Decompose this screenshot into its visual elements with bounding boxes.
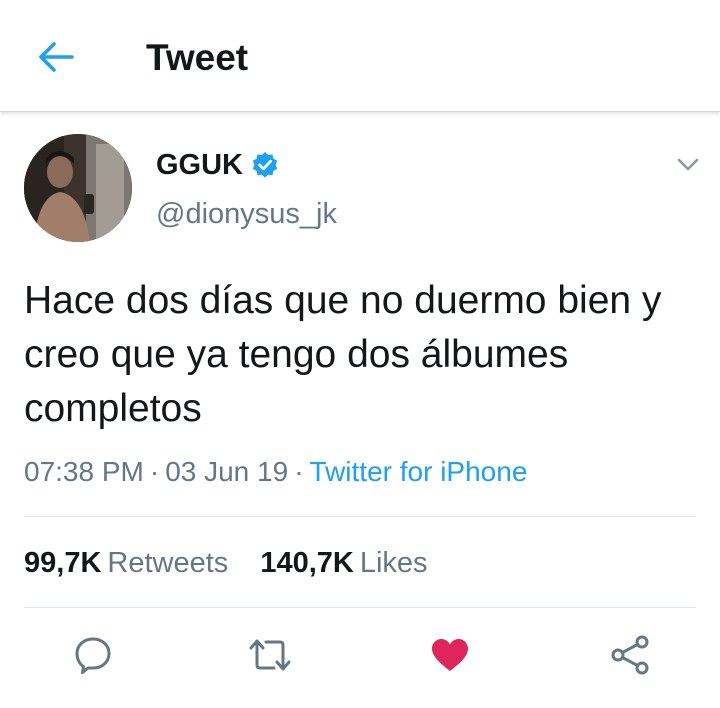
chevron-down-icon bbox=[677, 158, 699, 171]
retweets-stat[interactable]: 99,7K Retweets bbox=[24, 546, 228, 580]
tweet-metadata: 07:38 PM · 03 Jun 19 · Twitter for iPhone bbox=[24, 455, 527, 489]
meta-separator: · bbox=[294, 456, 304, 487]
likes-stat[interactable]: 140,7K Likes bbox=[260, 546, 427, 580]
tweet-time: 07:38 PM bbox=[24, 456, 144, 487]
reply-button[interactable] bbox=[69, 632, 117, 678]
page-title: Tweet bbox=[146, 37, 249, 78]
speech-bubble-icon bbox=[75, 637, 111, 674]
arrow-left-icon bbox=[39, 42, 74, 72]
share-icon bbox=[611, 635, 649, 675]
author-name-row[interactable]: GGUK bbox=[156, 148, 279, 182]
avatar-photo bbox=[24, 134, 132, 242]
divider bbox=[24, 516, 696, 517]
like-button[interactable] bbox=[426, 632, 474, 678]
meta-separator: · bbox=[149, 456, 160, 487]
tweet-date: 03 Jun 19 bbox=[165, 456, 289, 487]
tweet-stats: 99,7K Retweets 140,7K Likes bbox=[24, 546, 428, 580]
retweet-icon bbox=[249, 639, 291, 671]
back-button[interactable] bbox=[30, 33, 82, 81]
top-bar: Tweet bbox=[0, 0, 720, 112]
tweet-text: Hace dos días que no duermo bien y creo … bbox=[24, 279, 662, 430]
avatar[interactable] bbox=[24, 134, 132, 242]
divider bbox=[24, 607, 696, 608]
tweet-options-button[interactable] bbox=[672, 151, 704, 179]
likes-label: Likes bbox=[359, 547, 428, 579]
author-handle[interactable]: @dionysus_jk bbox=[156, 197, 337, 231]
retweet-button[interactable] bbox=[246, 632, 294, 678]
verified-badge-icon bbox=[252, 152, 278, 178]
retweets-label: Retweets bbox=[107, 547, 229, 579]
tweet-source-link[interactable]: Twitter for iPhone bbox=[310, 456, 528, 487]
author-display-name: GGUK bbox=[156, 149, 243, 181]
share-button[interactable] bbox=[606, 632, 654, 678]
heart-icon bbox=[432, 639, 468, 671]
likes-count: 140,7K bbox=[260, 547, 354, 579]
retweets-count: 99,7K bbox=[24, 547, 102, 579]
